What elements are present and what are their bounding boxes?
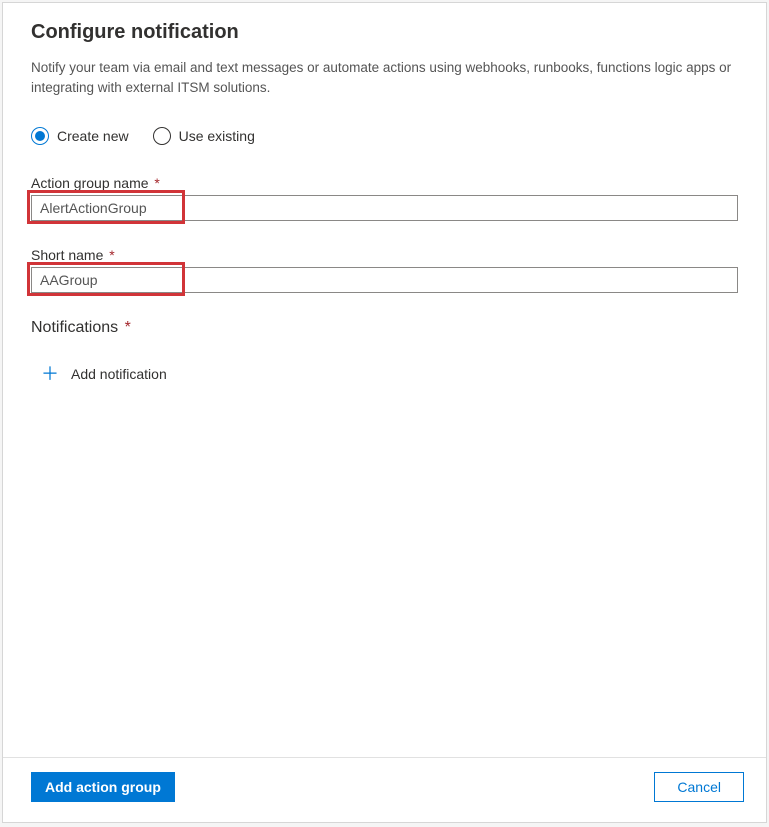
required-asterisk: * — [154, 175, 159, 191]
short-name-input[interactable] — [31, 267, 738, 293]
plus-icon: ＋ — [41, 365, 59, 383]
radio-create-new-label: Create new — [57, 128, 129, 144]
required-asterisk: * — [109, 247, 114, 263]
cancel-button[interactable]: Cancel — [654, 772, 744, 802]
action-group-name-input[interactable] — [31, 195, 738, 221]
action-group-name-label: Action group name * — [31, 175, 738, 191]
configure-notification-panel: Configure notification Notify your team … — [2, 2, 767, 823]
page-title: Configure notification — [31, 21, 738, 44]
radio-icon — [153, 127, 171, 145]
add-action-group-button[interactable]: Add action group — [31, 772, 175, 802]
mode-radio-group: Create new Use existing — [31, 127, 738, 145]
radio-create-new[interactable]: Create new — [31, 127, 129, 145]
page-description: Notify your team via email and text mess… — [31, 58, 738, 99]
add-notification-link[interactable]: ＋ Add notification — [41, 365, 167, 383]
field-action-group-name: Action group name * — [31, 175, 738, 221]
panel-footer: Add action group Cancel — [3, 757, 766, 822]
radio-icon — [31, 127, 49, 145]
notifications-heading: Notifications * — [31, 319, 738, 337]
panel-content: Configure notification Notify your team … — [3, 3, 766, 757]
radio-use-existing-label: Use existing — [179, 128, 255, 144]
field-short-name: Short name * — [31, 247, 738, 293]
radio-use-existing[interactable]: Use existing — [153, 127, 255, 145]
short-name-label: Short name * — [31, 247, 738, 263]
required-asterisk: * — [125, 319, 131, 336]
add-notification-label: Add notification — [71, 366, 167, 382]
